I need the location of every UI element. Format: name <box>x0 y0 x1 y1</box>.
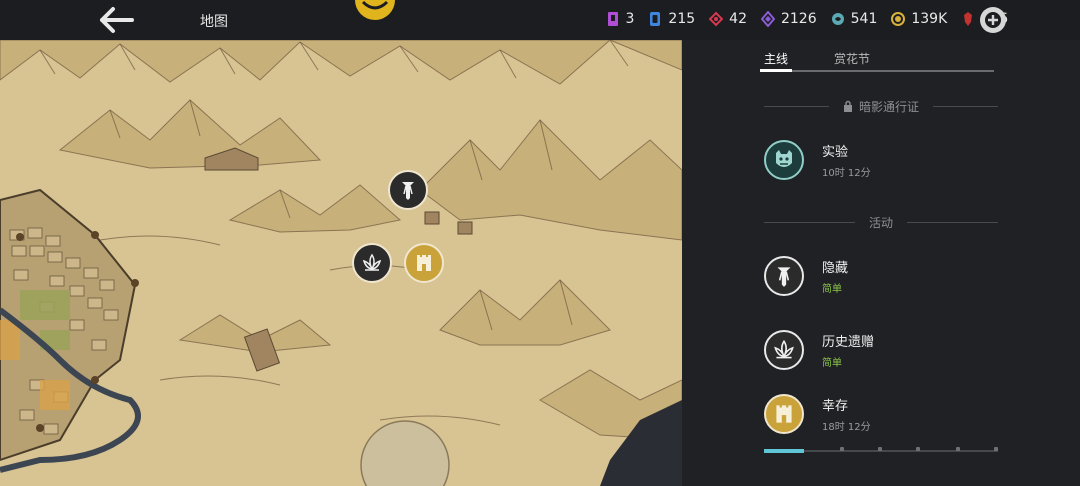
lock-icon <box>844 100 852 112</box>
tab-bar: 主线 赏花节 <box>764 50 870 67</box>
quest-difficulty: 简单 <box>822 358 842 369</box>
red-gem-icon <box>709 11 724 27</box>
timer-progress-bar <box>764 447 998 453</box>
gold-coin-icon <box>891 12 906 26</box>
add-currency-button[interactable] <box>980 7 1006 33</box>
quest-name: 实验 <box>822 145 849 160</box>
plus-icon <box>985 12 1001 28</box>
quest-item-legacy[interactable]: 历史遗赠 简单 <box>764 330 874 370</box>
section-label: 暗影通行证 <box>859 99 920 114</box>
currency-value: 541 <box>850 11 878 27</box>
currency-value: 42 <box>729 11 747 27</box>
top-bar: 地图 3 215 42 2126 541 139K <box>0 0 1080 40</box>
purple-ticket-icon <box>607 12 618 26</box>
red-crystal-icon <box>964 12 973 26</box>
fortress-icon <box>776 405 792 423</box>
currency-card: 215 <box>648 11 695 27</box>
emblem-icon <box>350 0 400 22</box>
page-title: 地图 <box>200 14 228 30</box>
currency-swirl: 541 <box>831 11 878 27</box>
teal-swirl-icon <box>831 13 844 25</box>
hooded-figure-icon <box>402 182 414 200</box>
quest-timer: 10时 12分 <box>822 168 871 179</box>
hooded-figure-icon <box>777 267 791 287</box>
quest-name: 幸存 <box>822 399 849 414</box>
currency-ticket: 3 <box>606 11 635 27</box>
back-button[interactable] <box>98 4 138 36</box>
blue-card-icon <box>650 12 661 26</box>
purple-diamond-icon <box>760 11 775 27</box>
divider <box>933 105 999 107</box>
quest-item-hidden[interactable]: 隐藏 简单 <box>764 256 848 296</box>
arrow-left-icon <box>100 7 134 33</box>
map-terrain <box>0 40 682 486</box>
tab-underline <box>760 69 994 72</box>
fortress-icon <box>417 255 431 271</box>
lotus-icon <box>362 253 382 271</box>
progress-tick <box>878 447 882 451</box>
map-marker-legacy[interactable] <box>352 243 392 283</box>
progress-tick <box>994 447 998 451</box>
currency-coin: 139K <box>891 11 947 27</box>
currency-value: 139K <box>911 11 948 27</box>
currency-red-gem: 42 <box>709 11 747 27</box>
quest-name: 隐藏 <box>822 261 849 276</box>
currency-bar: 3 215 42 2126 541 139K 546 <box>606 11 1008 27</box>
world-map[interactable] <box>0 40 682 486</box>
progress-fill <box>764 449 804 453</box>
quest-difficulty: 简单 <box>822 284 842 295</box>
currency-value: 3 <box>625 11 635 27</box>
section-shadow-pass: 暗影通行证 <box>764 98 999 114</box>
section-label: 活动 <box>869 215 894 230</box>
progress-tick <box>956 447 960 451</box>
quest-panel: 主线 赏花节 暗影通行证 实验 10时 12分 活动 隐藏 简单 历史遗赠 简单… <box>682 40 1080 486</box>
tab-main-story[interactable]: 主线 <box>764 50 788 67</box>
map-marker-survival[interactable] <box>404 243 444 283</box>
map-marker-hidden[interactable] <box>388 170 428 210</box>
currency-diamond: 2126 <box>760 11 817 27</box>
tab-selected-indicator <box>760 69 792 72</box>
currency-value: 2126 <box>780 11 817 27</box>
section-events: 活动 <box>764 214 999 230</box>
divider <box>907 221 999 223</box>
quest-item-survival[interactable]: 幸存 18时 12分 <box>764 394 871 434</box>
progress-tick <box>916 447 920 451</box>
currency-value: 215 <box>668 11 696 27</box>
lotus-icon <box>774 339 794 359</box>
quest-name: 历史遗赠 <box>822 335 875 350</box>
progress-tick <box>840 447 844 451</box>
quest-item-experiment[interactable]: 实验 10时 12分 <box>764 140 871 180</box>
quest-timer: 18时 12分 <box>822 422 871 433</box>
divider <box>764 105 829 107</box>
divider <box>764 221 855 223</box>
tab-flower-festival[interactable]: 赏花节 <box>834 50 870 67</box>
oni-mask-icon <box>776 150 792 167</box>
